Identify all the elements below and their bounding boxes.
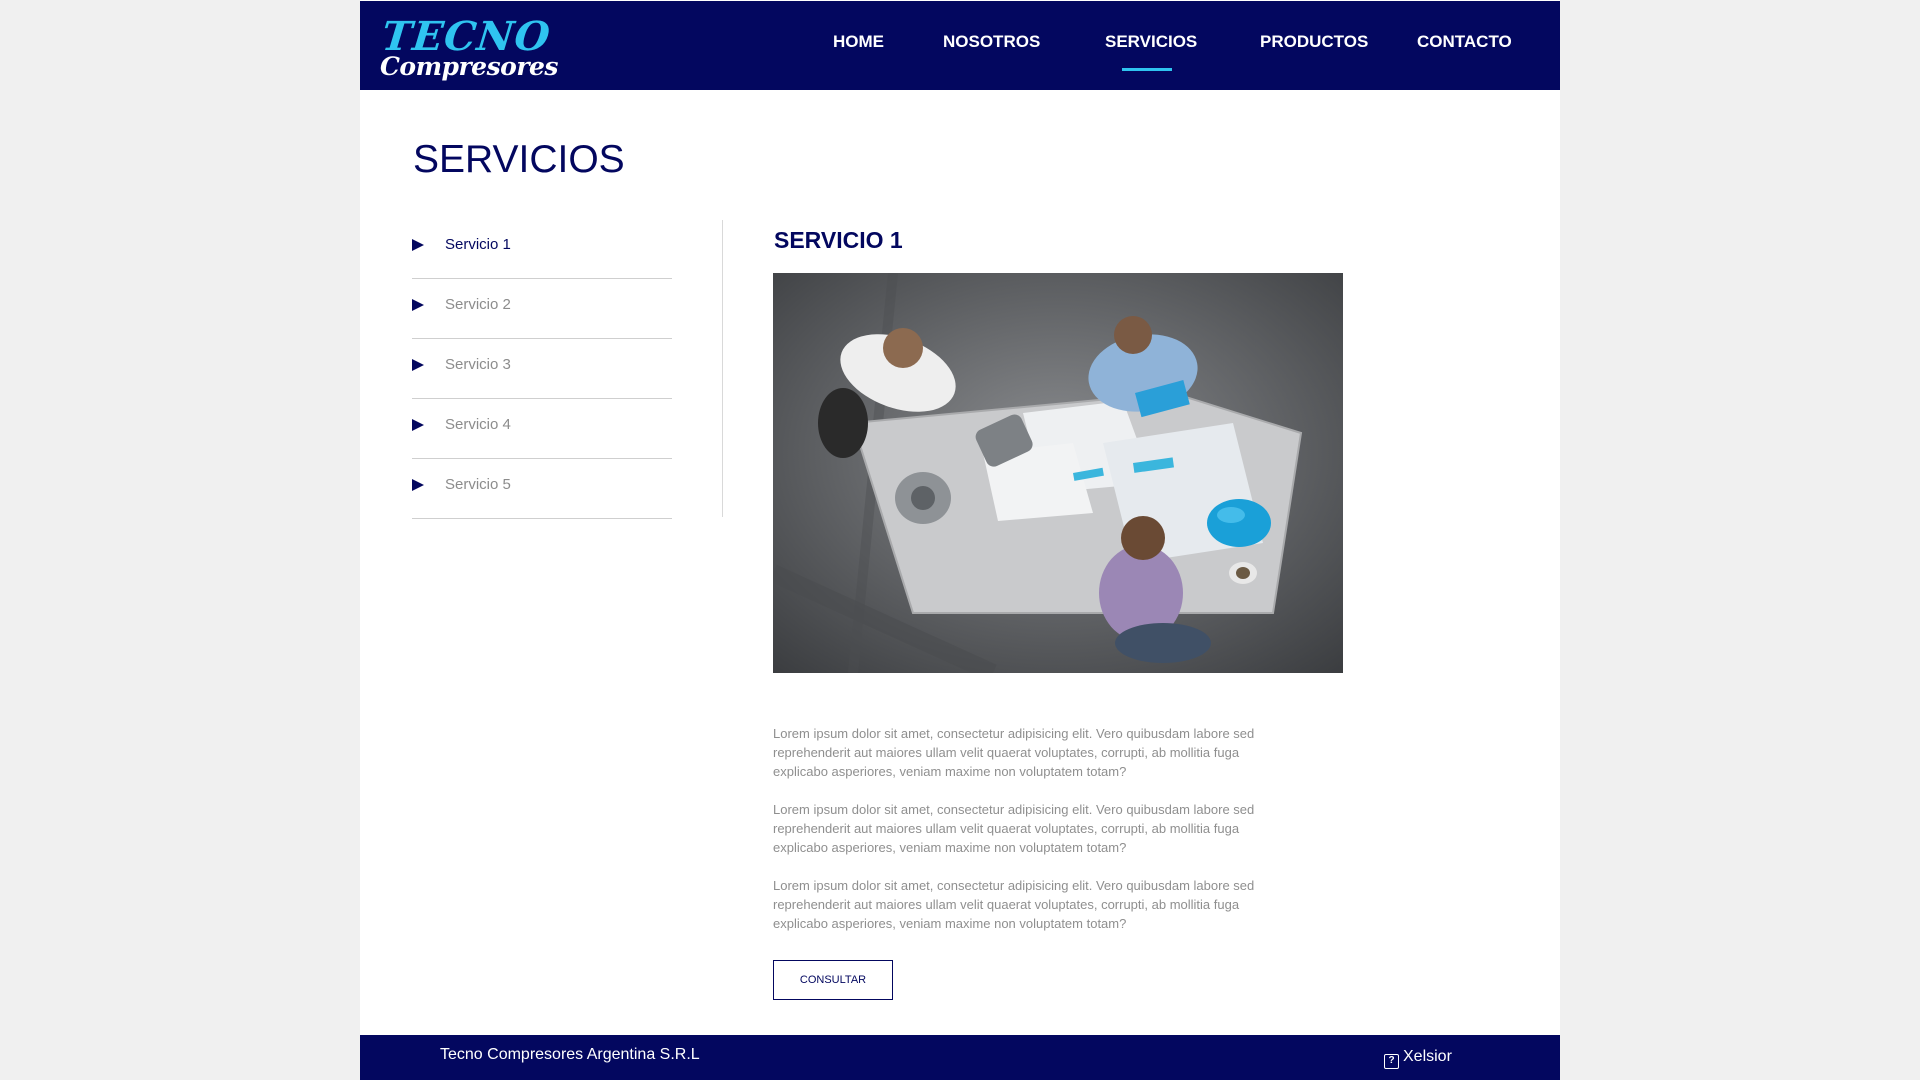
sidebar-divider	[722, 220, 723, 517]
play-arrow-icon	[412, 239, 424, 251]
nav-servicios[interactable]: SERVICIOS	[1105, 32, 1197, 52]
sidebar-item-servicio-4[interactable]: Servicio 4	[412, 399, 672, 459]
sidebar-item-servicio-5[interactable]: Servicio 5	[412, 459, 672, 519]
footer-credit-link[interactable]: ? Xelsior	[1384, 1048, 1452, 1069]
main-nav: HOME NOSOTROS SERVICIOS PRODUCTOS CONTAC…	[360, 1, 1560, 90]
sidebar-item-label: Servicio 5	[445, 476, 511, 493]
nav-contacto[interactable]: CONTACTO	[1417, 32, 1512, 52]
service-title: SERVICIO 1	[774, 227, 903, 253]
service-paragraph-1: Lorem ipsum dolor sit amet, consectetur …	[773, 726, 1255, 779]
play-arrow-icon	[412, 479, 424, 491]
sidebar-item-label: Servicio 4	[445, 416, 511, 433]
sidebar-item-servicio-2[interactable]: Servicio 2	[412, 279, 672, 339]
service-paragraph-3: Lorem ipsum dolor sit amet, consectetur …	[773, 878, 1255, 931]
nav-nosotros[interactable]: NOSOTROS	[943, 32, 1040, 52]
nav-home[interactable]: HOME	[833, 32, 884, 52]
play-arrow-icon	[412, 359, 424, 371]
sidebar-item-servicio-1[interactable]: Servicio 1	[412, 219, 672, 279]
footer-credit-label: Xelsior	[1403, 1048, 1452, 1065]
sidebar-item-servicio-3[interactable]: Servicio 3	[412, 339, 672, 399]
question-box-icon: ?	[1384, 1054, 1399, 1069]
footer-company-name: Tecno Compresores Argentina S.R.L	[440, 1046, 700, 1063]
play-arrow-icon	[412, 419, 424, 431]
header: TECNO Compresores HOME NOSOTROS SERVICIO…	[360, 1, 1560, 90]
service-photo	[773, 273, 1343, 673]
footer: Tecno Compresores Argentina S.R.L ? Xelsi…	[360, 1035, 1560, 1080]
play-arrow-icon	[412, 299, 424, 311]
sidebar-item-label: Servicio 3	[445, 356, 511, 373]
nav-productos[interactable]: PRODUCTOS	[1260, 32, 1368, 52]
service-paragraph-2: Lorem ipsum dolor sit amet, consectetur …	[773, 802, 1255, 855]
consultar-button[interactable]: CONSULTAR	[773, 960, 893, 1000]
sidebar: Servicio 1 Servicio 2 Servicio 3 Servici…	[412, 219, 672, 519]
sidebar-item-label: Servicio 2	[445, 296, 511, 313]
nav-active-underline	[1122, 68, 1172, 71]
sidebar-item-label: Servicio 1	[445, 236, 511, 253]
page-title: SERVICIOS	[413, 138, 625, 181]
page: TECNO Compresores HOME NOSOTROS SERVICIO…	[360, 0, 1560, 1080]
